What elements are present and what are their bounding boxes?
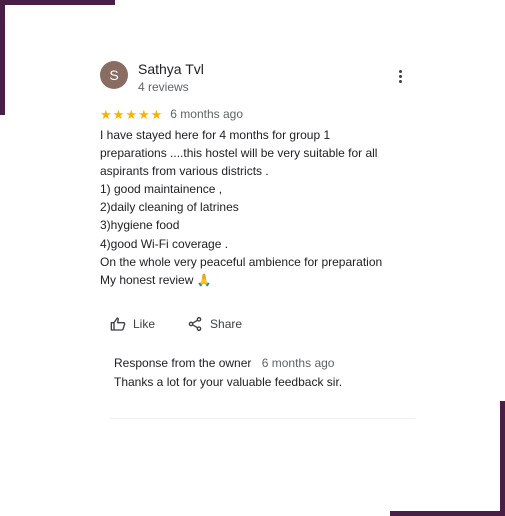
- owner-response-label: Response from the owner: [114, 356, 252, 370]
- review-card: S Sathya Tvl 4 reviews ★ ★ ★ ★ ★ 6 month…: [0, 0, 505, 516]
- more-options-button[interactable]: [392, 66, 408, 86]
- thumbs-up-icon: [110, 317, 126, 331]
- owner-response-header: Response from the owner 6 months ago: [114, 356, 414, 370]
- review-text: I have stayed here for 4 months for grou…: [100, 126, 420, 289]
- review-text-line: preparations ....this hostel will be ver…: [100, 146, 378, 161]
- review-text-line: 1) good maintainence ,: [100, 182, 223, 197]
- more-vertical-icon: [398, 79, 402, 83]
- divider: [110, 418, 415, 419]
- star-icon: ★: [112, 106, 125, 122]
- more-vertical-icon: [398, 69, 402, 73]
- star-icon: ★: [100, 106, 112, 122]
- reviewer-review-count[interactable]: 4 reviews: [138, 80, 189, 94]
- review-text-line: 2)daily cleaning of latrines: [100, 200, 239, 215]
- share-label: Share: [210, 317, 243, 331]
- star-rating: ★ ★ ★ ★ ★: [100, 108, 162, 121]
- owner-response: Response from the owner 6 months ago Tha…: [114, 356, 414, 389]
- owner-response-date: 6 months ago: [261, 356, 335, 370]
- more-vertical-icon: [398, 74, 402, 78]
- review-text-line: On the whole very peaceful ambience for …: [100, 254, 383, 269]
- share-button[interactable]: Share: [187, 316, 242, 332]
- review-text-line: 4)good Wi-Fi coverage .: [100, 236, 229, 251]
- star-icon: ★: [125, 106, 137, 122]
- review-text-line: I have stayed here for 4 months for grou…: [100, 128, 331, 142]
- review-date: 6 months ago: [170, 107, 243, 121]
- rating-row: ★ ★ ★ ★ ★ 6 months ago: [100, 106, 243, 122]
- review-text-line: My honest review 🙏: [100, 272, 212, 287]
- avatar[interactable]: S: [100, 61, 128, 89]
- star-icon: ★: [150, 106, 163, 122]
- like-button[interactable]: Like: [110, 316, 155, 332]
- review-actions: Like Share: [110, 314, 242, 334]
- reviewer-name[interactable]: Sathya Tvl: [138, 61, 204, 77]
- review-text-line: 3)hygiene food: [100, 218, 180, 233]
- star-icon: ★: [137, 106, 150, 122]
- share-icon: [188, 317, 202, 331]
- review-text-line: aspirants from various districts .: [100, 164, 269, 179]
- owner-response-text: Thanks a lot for your valuable feedback …: [114, 375, 343, 389]
- like-label: Like: [133, 317, 156, 331]
